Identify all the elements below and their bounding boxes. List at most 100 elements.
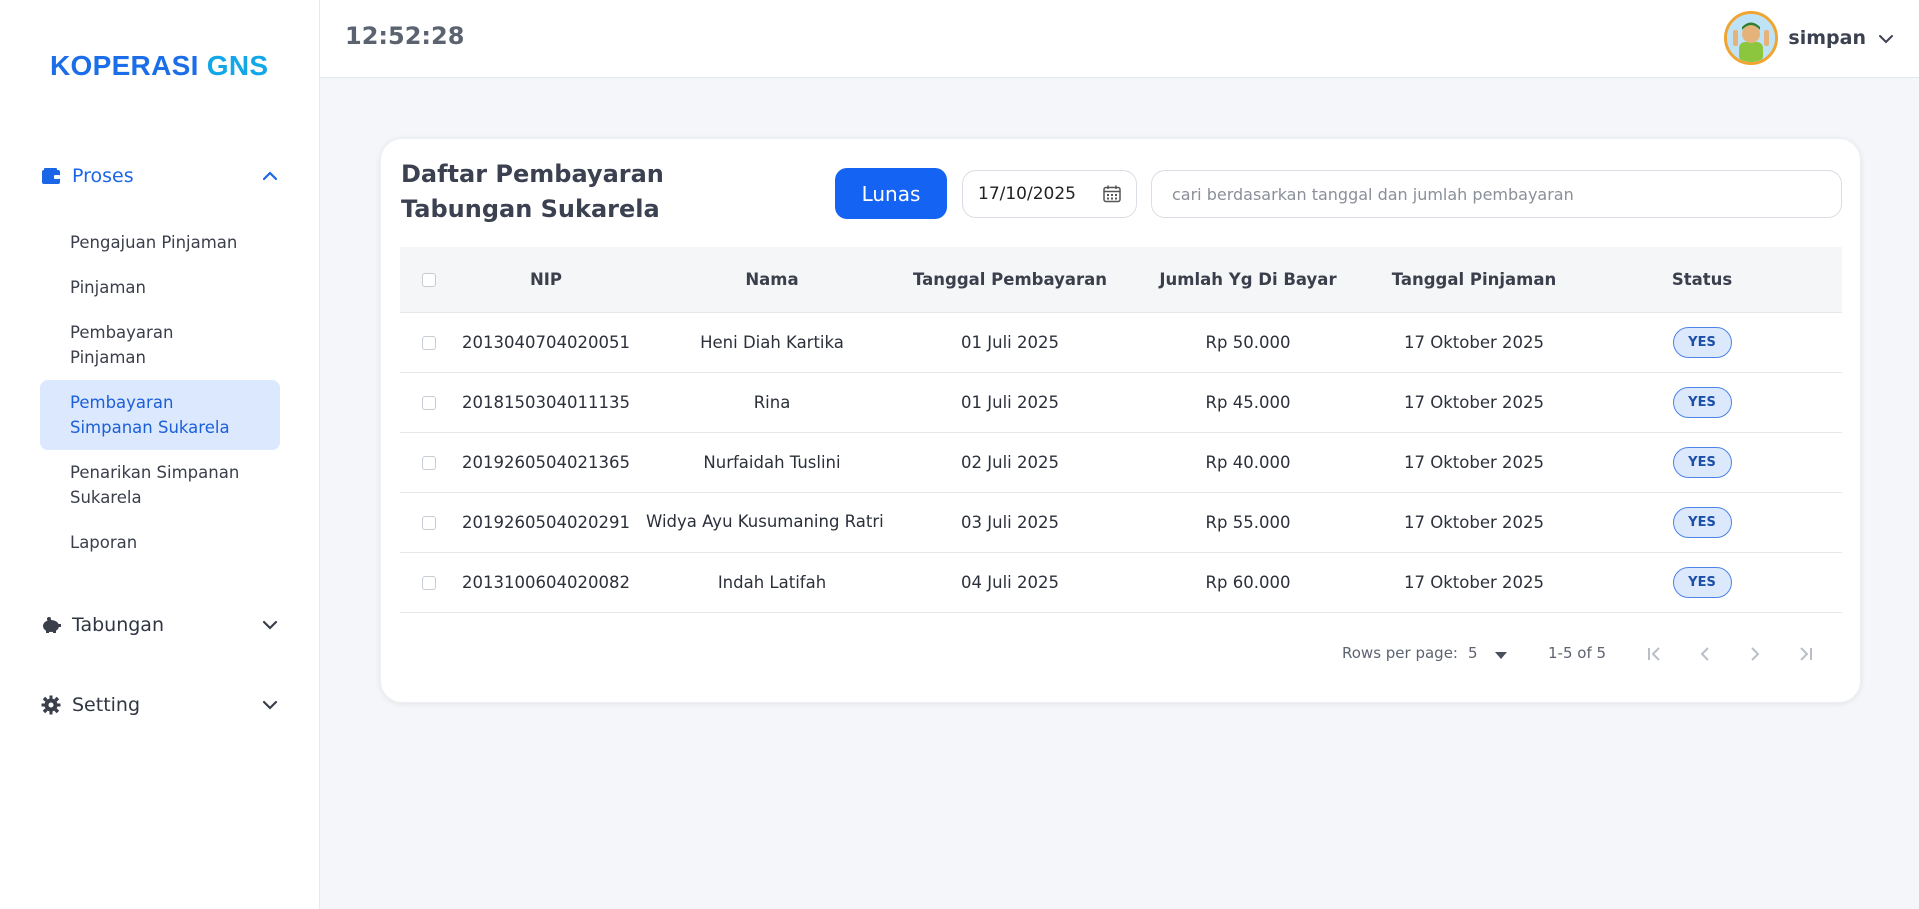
cell-nip: 2018150304011135 <box>458 371 634 432</box>
calendar-icon[interactable] <box>1102 184 1122 209</box>
sidebar-item-penarikan-simpanan-sukarela[interactable]: Penarikan Simpanan Sukarela <box>40 450 280 520</box>
cell-tanggal-pinjaman: 17 Oktober 2025 <box>1386 371 1562 432</box>
chevron-down-icon[interactable] <box>1878 29 1894 48</box>
chevron-up-icon[interactable] <box>260 166 280 186</box>
gear-icon <box>40 694 62 716</box>
select-all-checkbox[interactable] <box>422 273 436 288</box>
cell-status: YES <box>1562 311 1842 372</box>
payments-table: NIP Nama Tanggal Pembayaran Jumlah Yg Di… <box>400 247 1842 613</box>
last-page-icon[interactable] <box>1794 643 1816 665</box>
cell-tanggal-pembayaran: 03 Juli 2025 <box>910 491 1110 552</box>
chevron-down-icon[interactable] <box>260 695 280 715</box>
table-row[interactable]: 2013100604020082 Indah Latifah 04 Juli 2… <box>400 551 1842 613</box>
nav-group-label: Setting <box>72 694 141 716</box>
status-badge: YES <box>1672 506 1732 538</box>
column-header-status[interactable]: Status <box>1562 247 1842 312</box>
date-value: 17/10/2025 <box>978 184 1076 204</box>
column-header-nip[interactable]: NIP <box>458 247 634 312</box>
cell-nama: Heni Diah Kartika <box>634 311 910 372</box>
status-badge: YES <box>1672 326 1732 358</box>
pagination: Rows per page: 5 1-5 of 5 <box>381 639 1862 669</box>
next-page-icon[interactable] <box>1744 643 1766 665</box>
top-header: 12:52:28 simpan <box>320 0 1919 78</box>
lunas-button[interactable]: Lunas <box>835 168 947 219</box>
column-header-nama[interactable]: Nama <box>634 247 910 312</box>
row-checkbox[interactable] <box>422 336 436 350</box>
cell-status: YES <box>1562 551 1842 613</box>
nav-group-tabungan[interactable]: Tabungan <box>40 605 280 645</box>
cell-status: YES <box>1562 371 1842 432</box>
row-select-cell <box>400 491 458 552</box>
sidebar-item-pengajuan-pinjaman[interactable]: Pengajuan Pinjaman <box>40 220 280 265</box>
sidebar-item-pinjaman[interactable]: Pinjaman <box>40 265 280 310</box>
rows-per-page-label: Rows per page: <box>1342 644 1458 662</box>
cell-nama: Rina <box>634 371 910 432</box>
cell-jumlah: Rp 60.000 <box>1110 551 1386 613</box>
nav-group-label: Tabungan <box>72 614 164 636</box>
chevron-down-icon[interactable] <box>260 615 280 635</box>
cell-tanggal-pinjaman: 17 Oktober 2025 <box>1386 491 1562 552</box>
payments-card: Daftar Pembayaran Tabungan Sukarela Luna… <box>380 138 1861 703</box>
clock: 12:52:28 <box>345 22 465 50</box>
row-select-cell <box>400 551 458 613</box>
cell-jumlah: Rp 45.000 <box>1110 371 1386 432</box>
cell-tanggal-pinjaman: 17 Oktober 2025 <box>1386 551 1562 613</box>
status-badge: YES <box>1672 566 1732 598</box>
column-header-jumlah[interactable]: Jumlah Yg Di Bayar <box>1110 247 1386 312</box>
search-input[interactable] <box>1151 170 1842 218</box>
wallet-icon <box>40 165 62 187</box>
cell-jumlah: Rp 40.000 <box>1110 431 1386 492</box>
row-checkbox[interactable] <box>422 576 436 590</box>
nav-group-label: Proses <box>72 165 134 187</box>
piggy-bank-icon <box>40 614 62 636</box>
username: simpan <box>1788 27 1866 49</box>
column-header-tanggal-pembayaran[interactable]: Tanggal Pembayaran <box>910 247 1110 312</box>
user-menu[interactable]: simpan <box>1724 10 1894 66</box>
cell-nama: Widya Ayu Kusumaning Ratri <box>634 491 910 552</box>
sidebar-item-pembayaran-pinjaman[interactable]: Pembayaran Pinjaman <box>40 310 280 380</box>
row-checkbox[interactable] <box>422 396 436 410</box>
cell-tanggal-pembayaran: 02 Juli 2025 <box>910 431 1110 492</box>
caret-down-icon[interactable] <box>1494 645 1508 664</box>
cell-nip: 2013100604020082 <box>458 551 634 613</box>
cell-jumlah: Rp 50.000 <box>1110 311 1386 372</box>
date-filter-input[interactable]: 17/10/2025 <box>962 170 1137 218</box>
cell-tanggal-pembayaran: 01 Juli 2025 <box>910 371 1110 432</box>
row-select-cell <box>400 371 458 432</box>
table-row[interactable]: 2019260504021365 Nurfaidah Tuslini 02 Ju… <box>400 431 1842 492</box>
cell-status: YES <box>1562 431 1842 492</box>
cell-nama: Indah Latifah <box>634 551 910 613</box>
status-badge: YES <box>1672 446 1732 478</box>
row-select-cell <box>400 431 458 492</box>
proses-submenu: Pengajuan Pinjaman Pinjaman Pembayaran P… <box>40 220 280 565</box>
page-title: Daftar Pembayaran Tabungan Sukarela <box>401 160 664 223</box>
table-row[interactable]: 2018150304011135 Rina 01 Juli 2025 Rp 45… <box>400 371 1842 432</box>
cell-tanggal-pinjaman: 17 Oktober 2025 <box>1386 311 1562 372</box>
cell-tanggal-pembayaran: 04 Juli 2025 <box>910 551 1110 613</box>
row-checkbox[interactable] <box>422 516 436 530</box>
rows-per-page-select[interactable]: 5 <box>1468 644 1478 662</box>
cell-nip: 2019260504021365 <box>458 431 634 492</box>
logo-text-koperasi: KOPERASI <box>50 50 199 81</box>
app-logo[interactable]: KOPERASI GNS <box>50 50 268 82</box>
table-row[interactable]: 2013040704020051 Heni Diah Kartika 01 Ju… <box>400 311 1842 372</box>
cell-jumlah: Rp 55.000 <box>1110 491 1386 552</box>
pagination-range: 1-5 of 5 <box>1548 644 1607 662</box>
cell-status: YES <box>1562 491 1842 552</box>
previous-page-icon[interactable] <box>1694 643 1716 665</box>
column-header-tanggal-pinjaman[interactable]: Tanggal Pinjaman <box>1386 247 1562 312</box>
row-select-cell <box>400 311 458 372</box>
cell-nip: 2013040704020051 <box>458 311 634 372</box>
row-checkbox[interactable] <box>422 456 436 470</box>
table-row[interactable]: 2019260504020291 Widya Ayu Kusumaning Ra… <box>400 491 1842 552</box>
status-badge: YES <box>1672 386 1732 418</box>
avatar[interactable] <box>1724 11 1779 65</box>
first-page-icon[interactable] <box>1644 643 1666 665</box>
nav-group-proses[interactable]: Proses <box>40 156 280 196</box>
sidebar: KOPERASI GNS Proses Pengajuan Pinjaman P… <box>0 0 320 909</box>
cell-nama: Nurfaidah Tuslini <box>634 431 910 492</box>
sidebar-item-pembayaran-simpanan-sukarela[interactable]: Pembayaran Simpanan Sukarela <box>40 380 280 450</box>
select-all-cell <box>400 247 458 312</box>
sidebar-item-laporan[interactable]: Laporan <box>40 520 280 565</box>
nav-group-setting[interactable]: Setting <box>40 685 280 725</box>
